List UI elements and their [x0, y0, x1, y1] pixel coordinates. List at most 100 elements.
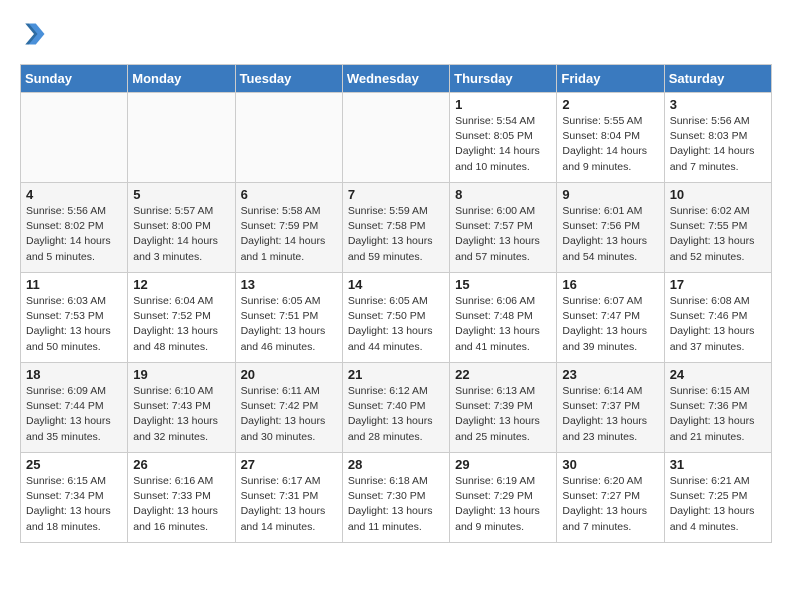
week-row-3: 11 Sunrise: 6:03 AM Sunset: 7:53 PM Dayli… — [21, 273, 772, 363]
day-number: 23 — [562, 367, 658, 382]
calendar-cell: 30 Sunrise: 6:20 AM Sunset: 7:27 PM Dayli… — [557, 453, 664, 543]
day-info: Sunrise: 6:15 AM Sunset: 7:36 PM Dayligh… — [670, 384, 766, 445]
day-number: 21 — [348, 367, 444, 382]
day-info: Sunrise: 6:01 AM Sunset: 7:56 PM Dayligh… — [562, 204, 658, 265]
day-number: 7 — [348, 187, 444, 202]
day-number: 24 — [670, 367, 766, 382]
day-info: Sunrise: 6:07 AM Sunset: 7:47 PM Dayligh… — [562, 294, 658, 355]
calendar-cell: 29 Sunrise: 6:19 AM Sunset: 7:29 PM Dayli… — [450, 453, 557, 543]
calendar-cell: 26 Sunrise: 6:16 AM Sunset: 7:33 PM Dayli… — [128, 453, 235, 543]
day-number: 26 — [133, 457, 229, 472]
day-info: Sunrise: 6:10 AM Sunset: 7:43 PM Dayligh… — [133, 384, 229, 445]
day-number: 25 — [26, 457, 122, 472]
day-info: Sunrise: 6:14 AM Sunset: 7:37 PM Dayligh… — [562, 384, 658, 445]
day-number: 16 — [562, 277, 658, 292]
calendar-cell: 4 Sunrise: 5:56 AM Sunset: 8:02 PM Daylig… — [21, 183, 128, 273]
calendar-cell: 17 Sunrise: 6:08 AM Sunset: 7:46 PM Dayli… — [664, 273, 771, 363]
calendar-cell: 14 Sunrise: 6:05 AM Sunset: 7:50 PM Dayli… — [342, 273, 449, 363]
calendar-cell: 5 Sunrise: 5:57 AM Sunset: 8:00 PM Daylig… — [128, 183, 235, 273]
day-number: 17 — [670, 277, 766, 292]
day-number: 9 — [562, 187, 658, 202]
calendar-cell: 22 Sunrise: 6:13 AM Sunset: 7:39 PM Dayli… — [450, 363, 557, 453]
calendar-cell: 11 Sunrise: 6:03 AM Sunset: 7:53 PM Dayli… — [21, 273, 128, 363]
day-number: 4 — [26, 187, 122, 202]
day-info: Sunrise: 5:57 AM Sunset: 8:00 PM Dayligh… — [133, 204, 229, 265]
calendar-cell: 2Sunrise: 5:55 AM Sunset: 8:04 PM Daylig… — [557, 93, 664, 183]
calendar-cell: 31 Sunrise: 6:21 AM Sunset: 7:25 PM Dayli… — [664, 453, 771, 543]
calendar-cell: 3Sunrise: 5:56 AM Sunset: 8:03 PM Daylig… — [664, 93, 771, 183]
day-number: 20 — [241, 367, 337, 382]
day-number: 10 — [670, 187, 766, 202]
calendar-table: SundayMondayTuesdayWednesdayThursdayFrid… — [20, 64, 772, 543]
day-info: Sunrise: 5:58 AM Sunset: 7:59 PM Dayligh… — [241, 204, 337, 265]
day-info: Sunrise: 6:16 AM Sunset: 7:33 PM Dayligh… — [133, 474, 229, 535]
day-number: 11 — [26, 277, 122, 292]
day-info: Sunrise: 6:09 AM Sunset: 7:44 PM Dayligh… — [26, 384, 122, 445]
day-number: 30 — [562, 457, 658, 472]
header-cell-tuesday: Tuesday — [235, 65, 342, 93]
day-info: Sunrise: 5:56 AM Sunset: 8:02 PM Dayligh… — [26, 204, 122, 265]
day-number: 12 — [133, 277, 229, 292]
day-info: Sunrise: 6:19 AM Sunset: 7:29 PM Dayligh… — [455, 474, 551, 535]
day-number: 13 — [241, 277, 337, 292]
calendar-cell: 20Sunrise: 6:11 AM Sunset: 7:42 PM Dayli… — [235, 363, 342, 453]
day-number: 22 — [455, 367, 551, 382]
calendar-cell — [21, 93, 128, 183]
calendar-body: 1 Sunrise: 5:54 AM Sunset: 8:05 PM Daylig… — [21, 93, 772, 543]
calendar-cell: 6 Sunrise: 5:58 AM Sunset: 7:59 PM Daylig… — [235, 183, 342, 273]
day-info: Sunrise: 6:06 AM Sunset: 7:48 PM Dayligh… — [455, 294, 551, 355]
header-cell-sunday: Sunday — [21, 65, 128, 93]
week-row-1: 1 Sunrise: 5:54 AM Sunset: 8:05 PM Daylig… — [21, 93, 772, 183]
day-info: Sunrise: 6:18 AM Sunset: 7:30 PM Dayligh… — [348, 474, 444, 535]
calendar-cell: 16 Sunrise: 6:07 AM Sunset: 7:47 PM Dayli… — [557, 273, 664, 363]
header-cell-friday: Friday — [557, 65, 664, 93]
day-info: Sunrise: 6:05 AM Sunset: 7:50 PM Dayligh… — [348, 294, 444, 355]
day-number: 15 — [455, 277, 551, 292]
calendar-header: SundayMondayTuesdayWednesdayThursdayFrid… — [21, 65, 772, 93]
day-number: 14 — [348, 277, 444, 292]
day-info: Sunrise: 6:03 AM Sunset: 7:53 PM Dayligh… — [26, 294, 122, 355]
day-number: 29 — [455, 457, 551, 472]
day-info: Sunrise: 5:59 AM Sunset: 7:58 PM Dayligh… — [348, 204, 444, 265]
day-info: Sunrise: 6:04 AM Sunset: 7:52 PM Dayligh… — [133, 294, 229, 355]
week-row-5: 25 Sunrise: 6:15 AM Sunset: 7:34 PM Dayli… — [21, 453, 772, 543]
day-number: 1 — [455, 97, 551, 112]
day-number: 8 — [455, 187, 551, 202]
day-number: 19 — [133, 367, 229, 382]
day-info: Sunrise: 6:00 AM Sunset: 7:57 PM Dayligh… — [455, 204, 551, 265]
calendar-cell: 21 Sunrise: 6:12 AM Sunset: 7:40 PM Dayli… — [342, 363, 449, 453]
header-cell-saturday: Saturday — [664, 65, 771, 93]
calendar-cell — [342, 93, 449, 183]
week-row-4: 18Sunrise: 6:09 AM Sunset: 7:44 PM Dayli… — [21, 363, 772, 453]
header-cell-thursday: Thursday — [450, 65, 557, 93]
day-info: Sunrise: 6:21 AM Sunset: 7:25 PM Dayligh… — [670, 474, 766, 535]
day-number: 31 — [670, 457, 766, 472]
day-info: Sunrise: 6:15 AM Sunset: 7:34 PM Dayligh… — [26, 474, 122, 535]
calendar-cell — [235, 93, 342, 183]
logo — [20, 20, 52, 48]
day-number: 28 — [348, 457, 444, 472]
calendar-cell: 28 Sunrise: 6:18 AM Sunset: 7:30 PM Dayli… — [342, 453, 449, 543]
day-info: Sunrise: 6:02 AM Sunset: 7:55 PM Dayligh… — [670, 204, 766, 265]
day-number: 27 — [241, 457, 337, 472]
calendar-cell: 23 Sunrise: 6:14 AM Sunset: 7:37 PM Dayli… — [557, 363, 664, 453]
calendar-cell: 13Sunrise: 6:05 AM Sunset: 7:51 PM Dayli… — [235, 273, 342, 363]
day-number: 5 — [133, 187, 229, 202]
header-cell-wednesday: Wednesday — [342, 65, 449, 93]
day-info: Sunrise: 6:20 AM Sunset: 7:27 PM Dayligh… — [562, 474, 658, 535]
calendar-cell: 25 Sunrise: 6:15 AM Sunset: 7:34 PM Dayli… — [21, 453, 128, 543]
calendar-cell — [128, 93, 235, 183]
day-number: 6 — [241, 187, 337, 202]
day-number: 3 — [670, 97, 766, 112]
week-row-2: 4 Sunrise: 5:56 AM Sunset: 8:02 PM Daylig… — [21, 183, 772, 273]
calendar-cell: 9 Sunrise: 6:01 AM Sunset: 7:56 PM Daylig… — [557, 183, 664, 273]
calendar-cell: 7 Sunrise: 5:59 AM Sunset: 7:58 PM Daylig… — [342, 183, 449, 273]
day-info: Sunrise: 5:54 AM Sunset: 8:05 PM Dayligh… — [455, 114, 551, 175]
day-info: Sunrise: 6:13 AM Sunset: 7:39 PM Dayligh… — [455, 384, 551, 445]
calendar-cell: 8 Sunrise: 6:00 AM Sunset: 7:57 PM Daylig… — [450, 183, 557, 273]
calendar-cell: 10 Sunrise: 6:02 AM Sunset: 7:55 PM Dayli… — [664, 183, 771, 273]
header-cell-monday: Monday — [128, 65, 235, 93]
day-info: Sunrise: 6:12 AM Sunset: 7:40 PM Dayligh… — [348, 384, 444, 445]
calendar-cell: 18Sunrise: 6:09 AM Sunset: 7:44 PM Dayli… — [21, 363, 128, 453]
day-info: Sunrise: 6:08 AM Sunset: 7:46 PM Dayligh… — [670, 294, 766, 355]
